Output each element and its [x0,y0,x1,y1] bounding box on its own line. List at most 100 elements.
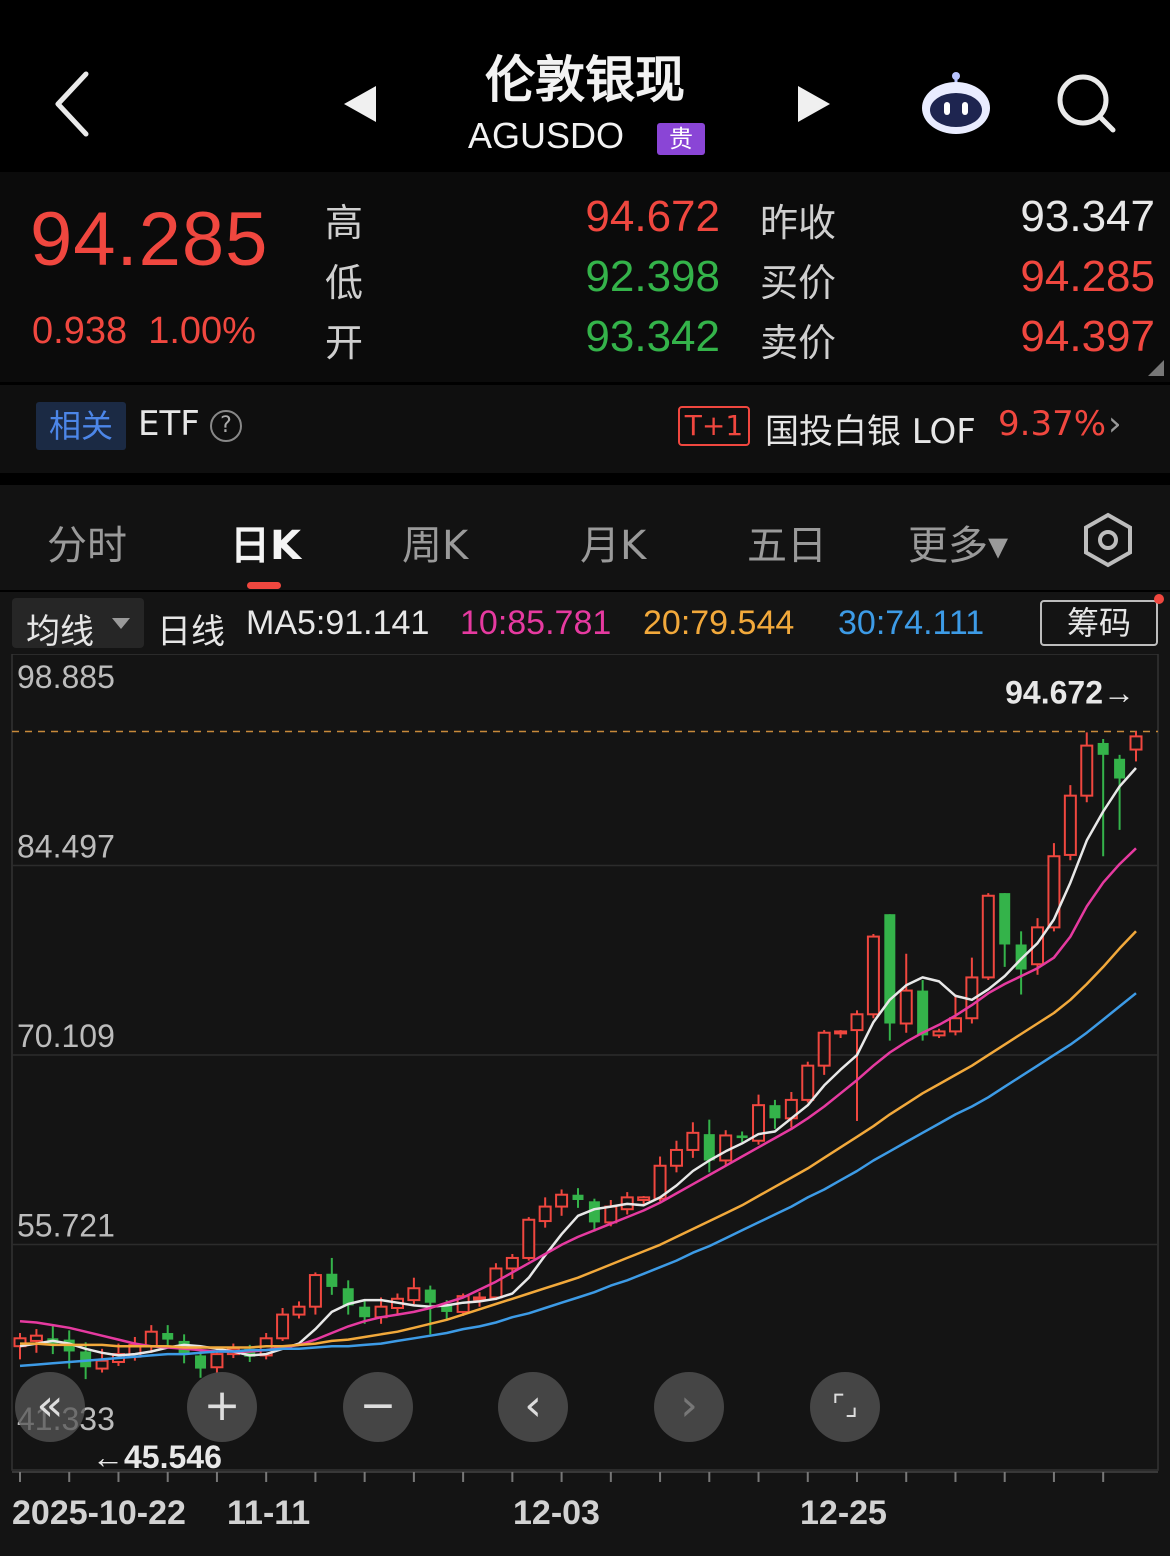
assistant-robot-icon[interactable] [920,70,992,136]
candle-body [981,894,995,979]
candle-body [1080,744,1094,797]
y-tick-label: 70.109 [17,1018,115,1054]
candle-body [604,1205,618,1224]
candle-body [1063,794,1077,856]
candle-body [866,935,880,1016]
candle-body [407,1287,421,1302]
double-left-icon[interactable]: « [15,1372,85,1442]
stat-label: 高 [325,201,364,245]
candle-body [817,1031,831,1067]
ma-line-ma30 [19,992,1137,1368]
pan-left-icon[interactable]: ‹ [498,1372,568,1442]
candle-body [308,1274,322,1308]
candle-body [424,1289,436,1303]
candle-body [899,989,913,1025]
zoom-in-icon[interactable]: + [187,1372,257,1442]
ma10-value: 10:85.781 [460,604,612,642]
settings-hexagon-icon[interactable] [1080,512,1136,568]
candle-body [686,1131,700,1151]
pan-right-icon[interactable]: › [654,1372,724,1442]
settlement-tag: T+1 [678,406,750,446]
candle-body [1114,758,1126,779]
ma30-value: 30:74.111 [838,604,985,642]
y-tick-label: 98.885 [17,659,115,695]
candle-body [473,1296,487,1301]
candle-body [572,1194,584,1200]
candle-body [917,990,929,1036]
stat-label: 卖价 [760,321,837,365]
stat-value: 93.347 [1020,192,1155,241]
candle-body [195,1355,207,1369]
category-badge: 贵 [657,123,705,155]
indicator-selector[interactable]: 均线 [12,598,144,651]
candle-body [326,1273,338,1287]
etf-label: ETF [138,404,200,444]
candle-body [719,1134,733,1162]
zoom-out-icon[interactable]: − [343,1372,413,1442]
next-instrument-icon[interactable] [796,84,832,124]
ma-line-ma5 [19,767,1137,1357]
y-tick-label: 84.497 [17,829,115,865]
notification-dot [1154,594,1164,604]
candle-body [95,1359,109,1370]
x-tick-label: 2025-10-22 [12,1494,186,1532]
instrument-code: AGUSDO [468,115,625,156]
price-change: 0.938 1.00% [32,310,256,353]
tab-3[interactable]: 月K [580,513,646,571]
candle-body [703,1134,715,1161]
chip-distribution-button[interactable]: 筹码 [1040,600,1158,646]
candle-body [637,1196,651,1201]
tab-4[interactable]: 五日 [747,513,827,571]
ma20-value: 20:79.544 [643,604,795,642]
max-price-label: 94.672→ [1005,674,1135,710]
candle-body [555,1193,569,1208]
active-tab-indicator [247,582,281,589]
search-icon[interactable] [1055,72,1117,134]
fund-name[interactable]: 国投白银 LOF [765,404,976,453]
tab-5[interactable]: 更多▾ [908,513,1008,571]
page-title: 伦敦银现 [485,51,685,109]
candle-body [538,1205,552,1223]
kline-chart[interactable]: 98.88584.49770.10955.72141.33394.672→←45… [0,654,1170,1556]
related-tag: 相关 [36,402,126,450]
candle-body [144,1330,158,1348]
ma-line-ma10 [19,847,1137,1353]
expand-corner-icon[interactable] [1148,360,1164,376]
stat-label: 昨收 [760,201,837,245]
candle-body [736,1135,748,1139]
kline-chart-area[interactable]: 98.88584.49770.10955.72141.33394.672→←45… [0,654,1170,1556]
candle-body [522,1218,536,1259]
stat-value: 94.285 [1020,252,1155,301]
indicator-selector-label: 均线 [26,613,94,651]
change-percent: 1.00% [148,310,256,352]
help-icon[interactable]: ? [210,410,242,442]
stat-value: 94.397 [1020,312,1155,361]
stat-value: 92.398 [585,252,720,301]
candle-body [1129,735,1143,751]
x-tick-label: 12-03 [513,1494,600,1532]
candle-body [359,1306,371,1318]
candle-body [948,1017,962,1033]
x-tick-label: 12-25 [800,1494,887,1532]
candle-body [999,893,1011,945]
stat-value: 93.342 [585,312,720,361]
fullscreen-icon[interactable]: ⌜⌟ [810,1372,880,1442]
tab-2[interactable]: 周K [402,513,468,571]
candle-body [210,1353,224,1369]
candle-body [669,1148,683,1167]
stat-label: 低 [325,261,364,305]
ma5-value: MA5:91.141 [246,604,430,642]
candle-body [29,1334,43,1342]
x-tick-label: 11-11 [227,1494,310,1532]
candle-body [834,1030,848,1035]
caret-down-icon [112,618,130,629]
candle-body [769,1105,781,1119]
candle-body [505,1256,519,1270]
chevron-right-icon[interactable]: › [1108,404,1122,444]
tab-0[interactable]: 分时 [47,513,127,571]
fund-change: 9.37% [998,404,1107,444]
stat-label: 开 [325,321,364,365]
last-price: 94.285 [30,197,269,282]
candle-body [162,1333,174,1340]
tab-1[interactable]: 日K [230,513,301,571]
